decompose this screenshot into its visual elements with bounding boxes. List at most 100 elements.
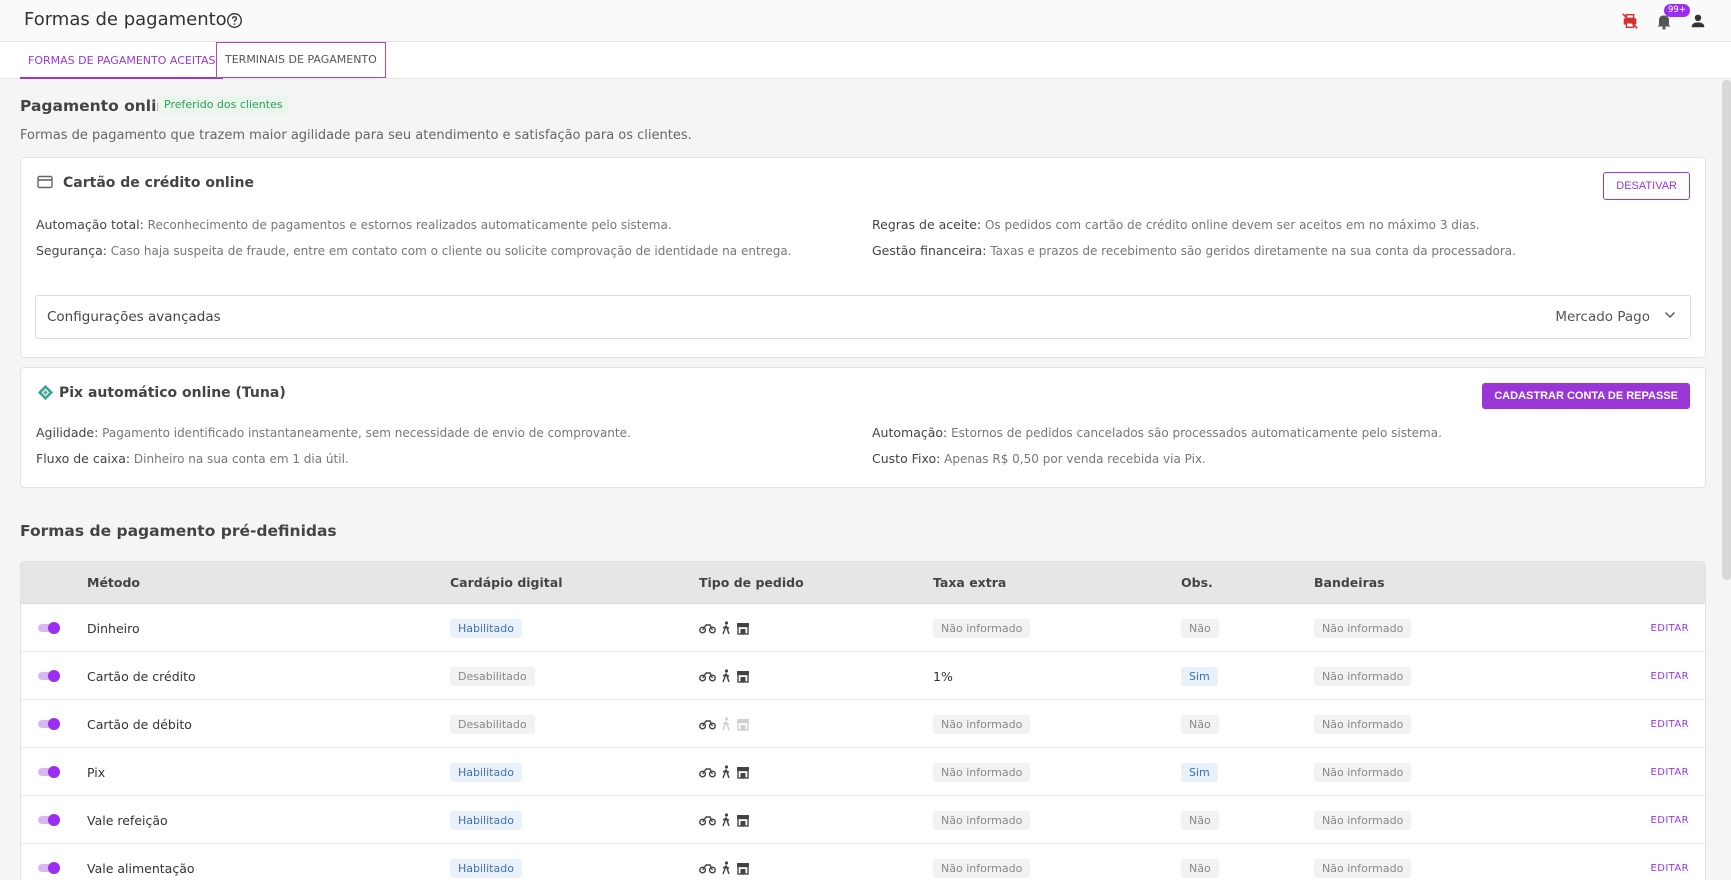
info-automation-pix: Automação: Estornos de pedidos cancelado… — [872, 425, 1442, 440]
table-row: Vale alimentação Habilitado Não informado N… — [21, 844, 1705, 880]
method-toggle[interactable] — [38, 622, 60, 634]
extra-fee-value: Não informado — [933, 714, 1031, 734]
table-row: Cartão de crédito Desabilitado 1% Sim Não in… — [21, 652, 1705, 700]
method-name: Cartão de crédito — [87, 668, 196, 684]
order-type-icons — [699, 717, 750, 731]
advanced-settings-dropdown[interactable]: Configurações avançadas Mercado Pago — [35, 295, 1691, 339]
order-type-icons — [699, 621, 750, 635]
method-name: Vale refeição — [87, 812, 168, 828]
preferred-badge: Preferido dos clientes — [158, 95, 289, 114]
method-name: Cartão de débito — [87, 716, 192, 732]
edit-button[interactable]: EDITAR — [1651, 700, 1690, 748]
table-row: Dinheiro Habilitado Não informado Não Não in… — [21, 604, 1705, 652]
column-brands: Bandeiras — [1314, 575, 1385, 590]
obs-value: Não — [1181, 618, 1219, 638]
tab-payment-terminals[interactable]: TERMINAIS DE PAGAMENTO — [216, 42, 386, 78]
credit-card-title: Cartão de crédito online — [63, 175, 254, 191]
top-bar: Formas de pagamento 99+ — [0, 0, 1731, 42]
digital-menu-status: Desabilitado — [450, 666, 535, 686]
method-toggle[interactable] — [38, 814, 60, 826]
dine-in-icon — [737, 670, 749, 683]
edit-button[interactable]: EDITAR — [1651, 844, 1690, 880]
info-cash-flow: Fluxo de caixa: Dinheiro na sua conta em… — [36, 451, 349, 466]
printer-off-icon[interactable] — [1621, 12, 1639, 30]
info-acceptance-rules: Regras de aceite: Os pedidos com cartão … — [872, 217, 1480, 232]
dine-in-icon — [737, 862, 749, 875]
dine-in-icon — [737, 718, 749, 731]
info-agility: Agilidade: Pagamento identificado instan… — [36, 425, 631, 440]
delivery-icon — [699, 816, 716, 826]
method-name: Vale alimentação — [87, 860, 195, 876]
dine-in-icon — [737, 766, 749, 779]
brands-value: Não informado — [1314, 666, 1412, 686]
method-toggle[interactable] — [38, 862, 60, 874]
order-type-icons — [699, 813, 750, 827]
table-row: Pix Habilitado Não informado Sim Não informa… — [21, 748, 1705, 796]
pickup-icon — [722, 861, 730, 875]
brands-value: Não informado — [1314, 714, 1412, 734]
column-order-type: Tipo de pedido — [699, 575, 804, 590]
method-toggle[interactable] — [38, 766, 60, 778]
credit-card-online-card: Cartão de crédito online DESATIVAR Autom… — [20, 157, 1706, 358]
tab-accepted-payments[interactable]: FORMAS DE PAGAMENTO ACEITAS — [20, 42, 224, 79]
extra-fee-value: Não informado — [933, 858, 1031, 878]
register-account-button[interactable]: CADASTRAR CONTA DE REPASSE — [1482, 383, 1690, 409]
digital-menu-status: Habilitado — [450, 618, 522, 638]
column-obs: Obs. — [1181, 575, 1213, 590]
delivery-icon — [699, 672, 716, 682]
pix-icon — [37, 384, 54, 401]
extra-fee-value: Não informado — [933, 762, 1031, 782]
column-method: Método — [87, 575, 141, 590]
tabs-bar: FORMAS DE PAGAMENTO ACEITAS TERMINAIS DE… — [0, 42, 1731, 79]
delivery-icon — [699, 720, 716, 730]
edit-button[interactable]: EDITAR — [1651, 604, 1690, 652]
deactivate-button[interactable]: DESATIVAR — [1603, 172, 1690, 200]
pickup-icon — [722, 621, 730, 635]
credit-card-icon — [37, 175, 53, 189]
column-extra-fee: Taxa extra — [933, 575, 1007, 590]
table-header: Método Cardápio digital Tipo de pedido T… — [21, 562, 1705, 604]
digital-menu-status: Desabilitado — [450, 714, 535, 734]
pickup-icon — [722, 669, 730, 683]
user-icon[interactable] — [1689, 12, 1707, 30]
extra-fee-value: 1% — [933, 668, 953, 684]
table-row: Vale refeição Habilitado Não informado Não N… — [21, 796, 1705, 844]
pix-online-card: Pix automático online (Tuna) CADASTRAR C… — [20, 367, 1706, 488]
edit-button[interactable]: EDITAR — [1651, 796, 1690, 844]
column-digital-menu: Cardápio digital — [450, 575, 563, 590]
online-section-title: Pagamento online — [20, 97, 178, 115]
pickup-icon — [722, 813, 730, 827]
method-name: Dinheiro — [87, 620, 140, 636]
pix-title: Pix automático online (Tuna) — [59, 385, 286, 401]
method-toggle[interactable] — [38, 718, 60, 730]
extra-fee-value: Não informado — [933, 810, 1031, 830]
brands-value: Não informado — [1314, 858, 1412, 878]
method-toggle[interactable] — [38, 670, 60, 682]
scrollbar[interactable] — [1722, 80, 1731, 580]
obs-value: Sim — [1181, 762, 1218, 782]
brands-value: Não informado — [1314, 618, 1412, 638]
delivery-icon — [699, 768, 716, 778]
predefined-section-title: Formas de pagamento pré-definidas — [20, 522, 337, 540]
obs-value: Não — [1181, 810, 1219, 830]
payment-methods-table: Método Cardápio digital Tipo de pedido T… — [20, 561, 1706, 880]
edit-button[interactable]: EDITAR — [1651, 748, 1690, 796]
order-type-icons — [699, 669, 750, 683]
online-subtitle: Formas de pagamento que trazem maior agi… — [20, 128, 692, 143]
chevron-down-icon — [1665, 312, 1675, 318]
page-title: Formas de pagamento — [24, 9, 227, 30]
notification-badge: 99+ — [1664, 4, 1690, 17]
edit-button[interactable]: EDITAR — [1651, 652, 1690, 700]
help-icon[interactable] — [226, 12, 243, 29]
delivery-icon — [699, 864, 716, 874]
delivery-icon — [699, 624, 716, 634]
info-financial: Gestão financeira: Taxas e prazos de rec… — [872, 243, 1516, 258]
table-row: Cartão de débito Desabilitado Não informad… — [21, 700, 1705, 748]
notifications-button[interactable]: 99+ — [1653, 4, 1690, 32]
brands-value: Não informado — [1314, 810, 1412, 830]
obs-value: Não — [1181, 714, 1219, 734]
dine-in-icon — [737, 814, 749, 827]
digital-menu-status: Habilitado — [450, 858, 522, 878]
digital-menu-status: Habilitado — [450, 762, 522, 782]
pickup-icon — [722, 765, 730, 779]
